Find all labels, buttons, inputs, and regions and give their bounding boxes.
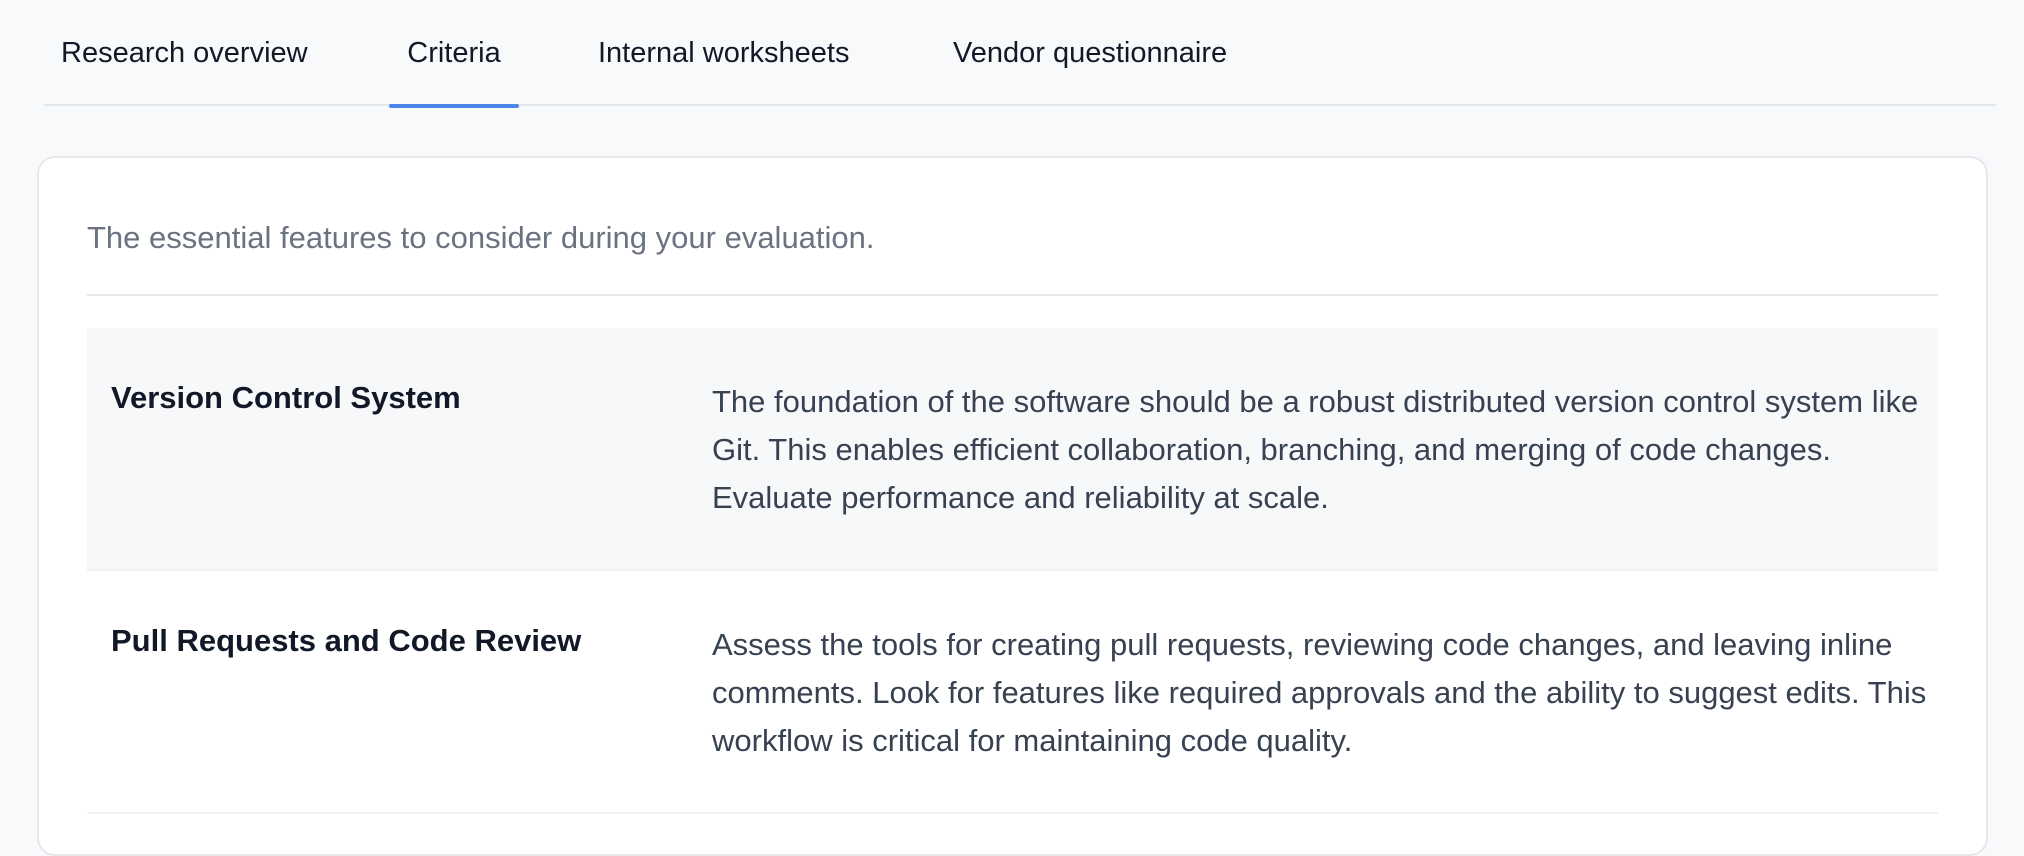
criteria-title: Version Control System [111, 380, 461, 415]
tab-vendor-questionnaire[interactable]: Vendor questionnaire [953, 0, 1227, 106]
criteria-description: Assess the tools for creating pull reque… [712, 627, 1927, 758]
tab-internal-worksheets[interactable]: Internal worksheets [598, 0, 849, 106]
tab-bar: Research overview Criteria Internal work… [44, 0, 1996, 108]
criteria-list: Version Control System The foundation of… [87, 328, 1938, 814]
tab-label: Internal worksheets [598, 37, 850, 69]
tab-research-overview[interactable]: Research overview [61, 0, 308, 106]
tab-label: Criteria [407, 37, 501, 69]
criteria-card: The essential features to consider durin… [37, 156, 1988, 856]
criteria-row-version-control: Version Control System The foundation of… [87, 328, 1938, 571]
criteria-row-pull-requests: Pull Requests and Code Review Assess the… [87, 571, 1938, 814]
criteria-title: Pull Requests and Code Review [111, 623, 582, 658]
tab-label: Vendor questionnaire [953, 37, 1228, 69]
divider [87, 294, 1938, 296]
tab-criteria[interactable]: Criteria [389, 0, 519, 108]
tab-label: Research overview [61, 37, 308, 69]
criteria-description: The foundation of the software should be… [712, 384, 1919, 515]
card-intro-text: The essential features to consider durin… [87, 220, 875, 255]
